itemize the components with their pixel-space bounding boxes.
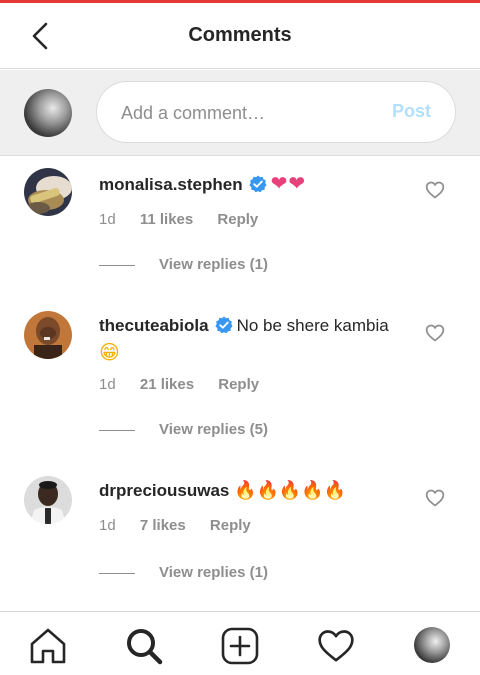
nav-new-post-button[interactable] — [220, 626, 260, 666]
view-replies-label: View replies (5) — [159, 421, 268, 438]
comment-likes[interactable]: 7 likes — [140, 517, 186, 534]
header-bar: Comments — [0, 3, 480, 69]
comment-likes[interactable]: 21 likes — [140, 376, 194, 393]
comment-item: monalisa.stephen ❤❤ 1d 11 likes Reply Vie… — [0, 156, 480, 296]
post-button[interactable]: Post — [392, 101, 431, 122]
nav-activity-button[interactable] — [316, 626, 356, 666]
nav-profile-avatar[interactable] — [414, 627, 450, 663]
view-replies-label: View replies (1) — [159, 564, 268, 581]
commenter-avatar[interactable] — [24, 168, 72, 216]
reply-button[interactable]: Reply — [218, 376, 259, 393]
heart-outline-icon — [425, 489, 445, 507]
heart-outline-icon — [425, 324, 445, 342]
activity-heart-icon — [318, 630, 354, 662]
like-comment-button[interactable] — [425, 488, 445, 508]
like-comment-button[interactable] — [425, 323, 445, 343]
comment-item: thecuteabiola No be shere kambia 😁 1d 21 l… — [0, 299, 480, 464]
comment-line: monalisa.stephen ❤❤ — [99, 170, 399, 198]
reply-button[interactable]: Reply — [210, 517, 251, 534]
comment-likes[interactable]: 11 likes — [140, 211, 193, 228]
comment-line: thecuteabiola No be shere kambia 😁 — [99, 313, 399, 367]
comment-meta: 1d 21 likes Reply — [99, 376, 279, 393]
commenter-avatar[interactable] — [24, 476, 72, 524]
verified-badge-icon — [214, 316, 233, 334]
grin-emoji-icon: 😁 — [99, 340, 120, 364]
heart-emoji-icon: ❤❤ — [270, 171, 307, 195]
verified-badge-icon — [249, 175, 267, 193]
comment-text: No be shere kambia — [236, 316, 389, 335]
view-replies-button[interactable]: View replies (1) — [99, 256, 268, 273]
replies-divider — [99, 264, 135, 266]
comment-username[interactable]: thecuteabiola — [99, 316, 209, 335]
comment-composer: Post — [0, 70, 480, 156]
add-post-icon — [221, 627, 259, 665]
comment-input[interactable] — [121, 98, 371, 128]
view-replies-button[interactable]: View replies (1) — [99, 564, 268, 581]
comment-time: 1d — [99, 211, 116, 228]
commenter-avatar[interactable] — [24, 311, 72, 359]
home-icon — [30, 628, 66, 664]
replies-divider — [99, 572, 135, 574]
search-icon — [127, 629, 163, 665]
comment-meta: 1d 7 likes Reply — [99, 517, 271, 534]
view-replies-label: View replies (1) — [159, 256, 268, 273]
replies-divider — [99, 429, 135, 431]
comment-line: drpreciousuwas 🔥🔥🔥🔥🔥 — [99, 478, 399, 504]
heart-outline-icon — [425, 181, 445, 199]
avatar — [24, 89, 72, 137]
comment-item: drpreciousuwas 🔥🔥🔥🔥🔥 1d 7 likes Reply Vi… — [0, 464, 480, 604]
comment-meta: 1d 11 likes Reply — [99, 211, 278, 228]
view-replies-button[interactable]: View replies (5) — [99, 421, 268, 438]
reply-button[interactable]: Reply — [217, 211, 258, 228]
comment-username[interactable]: drpreciousuwas — [99, 481, 229, 500]
comment-time: 1d — [99, 376, 116, 393]
nav-home-button[interactable] — [28, 626, 68, 666]
fire-emoji-icon: 🔥🔥🔥🔥🔥 — [234, 480, 347, 501]
nav-search-button[interactable] — [124, 626, 164, 666]
comment-time: 1d — [99, 517, 116, 534]
comment-username[interactable]: monalisa.stephen — [99, 175, 243, 194]
like-comment-button[interactable] — [425, 180, 445, 200]
comment-input-container: Post — [96, 81, 456, 143]
page-title: Comments — [188, 24, 292, 46]
bottom-nav-bar — [0, 611, 480, 675]
